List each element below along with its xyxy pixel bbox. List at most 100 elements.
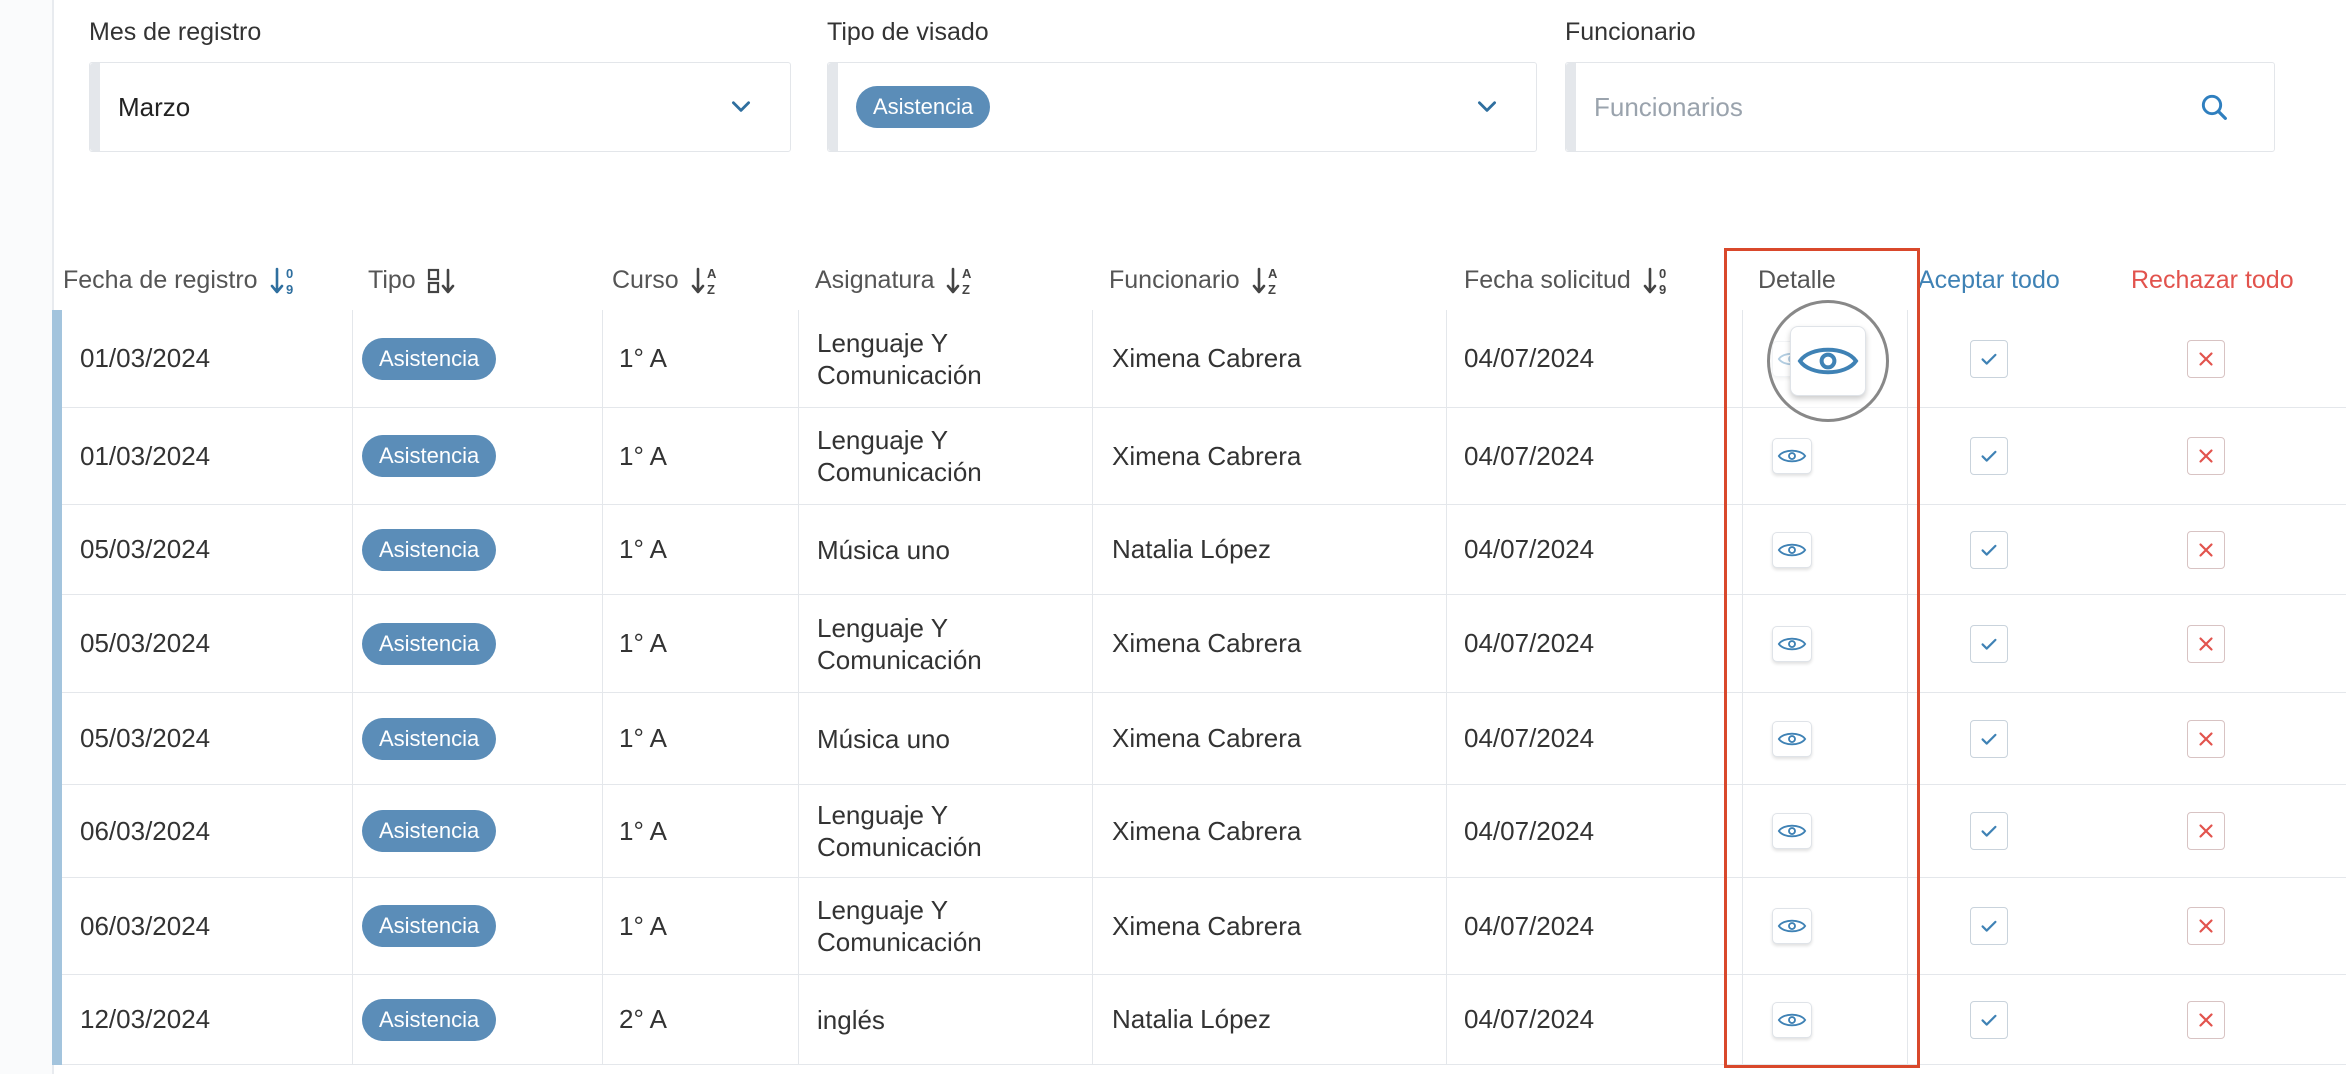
header-fecha-registro[interactable]: Fecha de registro 09 (63, 250, 299, 310)
view-detail-button[interactable] (1772, 1001, 1812, 1038)
reject-button[interactable] (2187, 339, 2225, 378)
sort-type-icon[interactable] (427, 264, 459, 298)
header-asignatura[interactable]: Asignatura AZ (815, 250, 975, 310)
tipo-badge: Asistencia (362, 998, 497, 1041)
accept-all-link[interactable]: Aceptar todo (1918, 250, 2060, 310)
view-detail-button[interactable] (1772, 813, 1812, 849)
x-icon (2199, 449, 2213, 463)
sort-alpha-icon[interactable]: AZ (690, 264, 720, 298)
asignatura-line: Lenguaje Y (817, 895, 949, 925)
reject-button[interactable] (2187, 624, 2225, 663)
sort-numeric-icon[interactable]: 09 (269, 264, 299, 298)
reject-cell (2187, 505, 2225, 594)
search-icon[interactable] (2198, 91, 2230, 123)
view-detail-button[interactable] (1772, 908, 1812, 944)
reject-cell (2187, 785, 2225, 877)
view-detail-button[interactable] (1772, 625, 1812, 662)
reject-button[interactable] (2187, 719, 2225, 758)
accept-button[interactable] (1970, 624, 2008, 663)
column-divider (798, 408, 799, 504)
accept-button[interactable] (1970, 1000, 2008, 1039)
accept-button[interactable] (1970, 339, 2008, 378)
fecha-registro-cell: 05/03/2024 (80, 628, 211, 658)
asignatura-cell: inglés (817, 975, 885, 1064)
asignatura-line: Lenguaje Y (817, 425, 949, 455)
month-select[interactable]: Marzo (89, 62, 791, 152)
detalle-cell (1772, 693, 1812, 784)
column-divider (1907, 408, 1908, 504)
column-divider (1907, 310, 1908, 407)
visa-type-select[interactable]: Asistencia (827, 62, 1537, 152)
curso-cell: 1° A (619, 343, 667, 373)
detalle-cell (1772, 878, 1812, 974)
column-divider (602, 408, 603, 504)
curso-cell: 1° A (619, 534, 667, 564)
eye-icon (1777, 543, 1807, 556)
funcionario-cell: Ximena Cabrera (1112, 628, 1302, 658)
fecha-registro-cell: 06/03/2024 (80, 815, 211, 846)
view-detail-button-zoomed[interactable] (1790, 326, 1866, 396)
column-divider (1446, 693, 1447, 784)
x-icon (2199, 351, 2213, 366)
funcionario-cell: Ximena Cabrera (1112, 723, 1302, 753)
reject-button[interactable] (2187, 907, 2225, 945)
accept-button[interactable] (1970, 907, 2008, 945)
column-divider (1092, 878, 1093, 974)
column-divider (602, 785, 603, 877)
selected-tag[interactable]: Asistencia (856, 86, 991, 128)
view-detail-button[interactable] (1772, 720, 1812, 757)
view-detail-button[interactable] (1772, 531, 1812, 568)
funcionario-cell: Natalia López (1112, 534, 1271, 564)
accept-button[interactable] (1970, 530, 2008, 569)
header-tipo[interactable]: Tipo (368, 250, 459, 310)
tipo-badge: Asistencia (362, 622, 497, 665)
reject-button[interactable] (2187, 437, 2225, 475)
x-icon (2199, 636, 2213, 651)
header-fecha-solicitud[interactable]: Fecha solicitud 09 (1464, 250, 1672, 310)
check-icon (1981, 920, 1997, 932)
accept-cell (1970, 408, 2008, 504)
sort-numeric-icon[interactable]: 09 (1642, 264, 1672, 298)
view-detail-button[interactable] (1772, 438, 1812, 474)
column-divider (1092, 310, 1093, 407)
reject-cell (2187, 408, 2225, 504)
fecha-solicitud-cell: 04/07/2024 (1464, 628, 1595, 658)
reject-button[interactable] (2187, 530, 2225, 569)
tipo-badge: Asistencia (362, 717, 497, 760)
sort-alpha-icon[interactable]: AZ (945, 264, 975, 298)
eye-icon (1777, 1013, 1807, 1026)
fecha-registro-cell: 01/03/2024 (80, 440, 211, 471)
asignatura-cell: Lenguaje Y Comunicación (817, 595, 982, 692)
table-row: 01/03/2024 Asistencia 1° A Lenguaje Y Comuni… (52, 408, 2346, 505)
x-icon (2199, 919, 2213, 933)
reject-button[interactable] (2187, 812, 2225, 850)
column-divider (1446, 975, 1447, 1064)
asignatura-line: inglés (817, 1004, 885, 1035)
sort-alpha-icon[interactable]: AZ (1251, 264, 1281, 298)
accept-cell (1970, 785, 2008, 877)
header-curso[interactable]: Curso AZ (612, 250, 720, 310)
official-search-field[interactable]: Funcionarios (1565, 62, 2275, 152)
asignatura-cell: Lenguaje Y Comunicación (817, 408, 982, 504)
column-divider (1092, 408, 1093, 504)
column-divider (352, 878, 353, 974)
reject-all-link[interactable]: Rechazar todo (2131, 250, 2294, 310)
accept-button[interactable] (1970, 437, 2008, 475)
column-divider (798, 595, 799, 692)
accept-button[interactable] (1970, 812, 2008, 850)
header-funcionario[interactable]: Funcionario AZ (1109, 250, 1281, 310)
tipo-cell: Asistencia (362, 693, 497, 784)
detalle-cell (1772, 595, 1812, 692)
tipo-badge: Asistencia (362, 905, 497, 947)
svg-text:Z: Z (707, 282, 715, 297)
accept-cell (1970, 878, 2008, 974)
reject-button[interactable] (2187, 1000, 2225, 1039)
month-filter-label: Mes de registro (89, 18, 262, 46)
column-divider (1446, 878, 1447, 974)
fecha-registro-cell: 05/03/2024 (80, 723, 211, 753)
tipo-badge: Asistencia (362, 810, 497, 852)
tipo-badge: Asistencia (362, 435, 497, 477)
header-funcionario-label: Funcionario (1109, 266, 1240, 294)
detalle-cell (1772, 408, 1812, 504)
accept-button[interactable] (1970, 719, 2008, 758)
